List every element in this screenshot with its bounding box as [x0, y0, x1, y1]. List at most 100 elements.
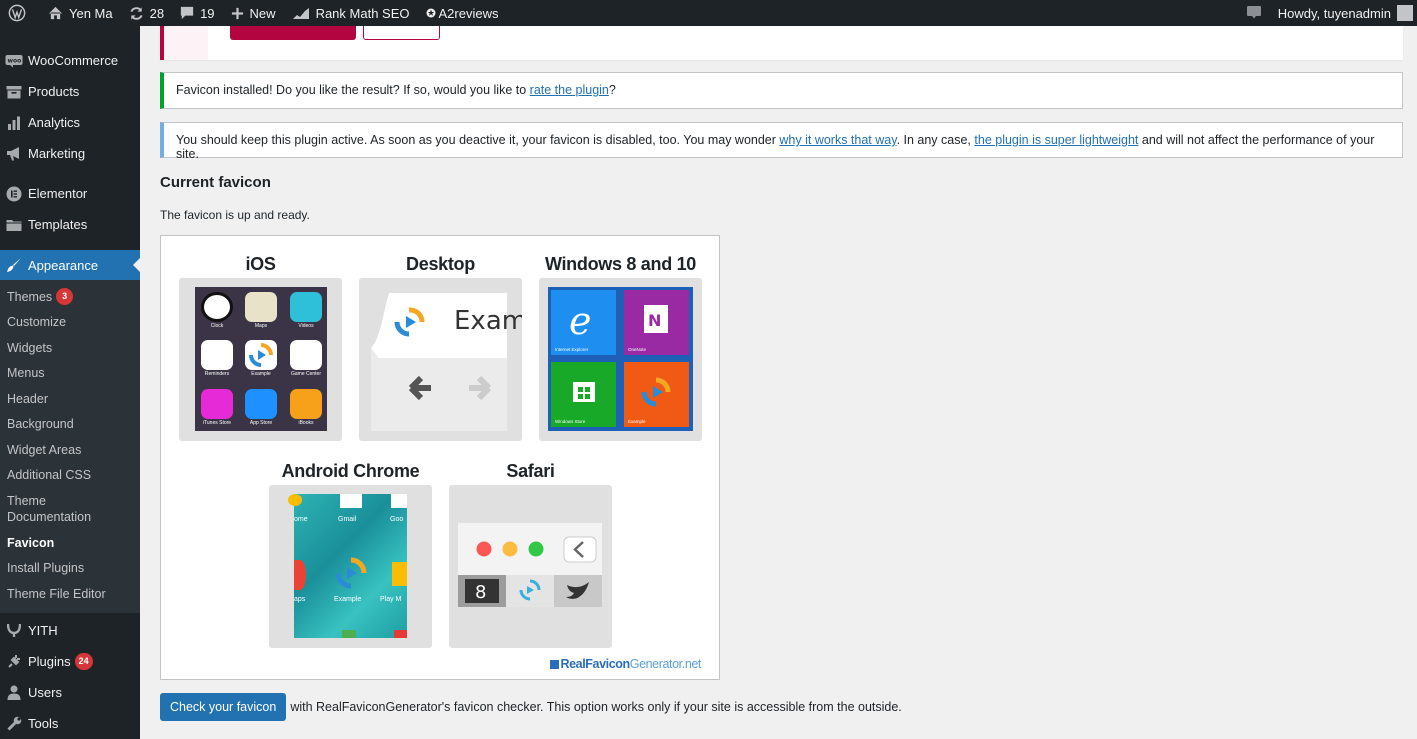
site-name: Yen Ma [69, 5, 113, 21]
megaphone-icon [5, 146, 23, 161]
review-request-notice [160, 18, 1403, 60]
avatar [1397, 5, 1413, 21]
plugin-icon [5, 654, 23, 669]
example-android-icon [335, 557, 367, 589]
site-name-link[interactable]: Yen Ma [40, 0, 121, 26]
rank-math-link[interactable]: Rank Math SEO [284, 0, 418, 26]
android-preview: Android Chrome ome Gmail Goo aps Example… [269, 457, 432, 648]
checker-description: with RealFaviconGenerator's favicon chec… [290, 700, 902, 714]
android-tile: ome Gmail Goo aps Example Play M [269, 485, 432, 648]
reminders-app-icon [201, 340, 233, 370]
plus-icon [231, 7, 244, 20]
submenu-theme-file-editor[interactable]: Theme File Editor [0, 581, 140, 607]
ios-screen: Clock Maps Videos Reminders Example Game… [195, 287, 327, 431]
lightweight-link[interactable]: the plugin is super lightweight [974, 133, 1138, 147]
menu-label: Products [28, 84, 80, 99]
notice-image [164, 26, 208, 60]
svg-text:8: 8 [475, 582, 486, 603]
menu-label: Tools [28, 715, 59, 731]
menu-label: Plugins [28, 653, 71, 669]
notifications-button[interactable] [1238, 0, 1270, 26]
page-title: Current favicon [160, 174, 271, 191]
updates-link[interactable]: 28 [121, 0, 172, 26]
admin-bar: Yen Ma 28 19 New Rank Math SEO A2reviews [0, 0, 1417, 26]
onenote-tile: N OneNote [624, 290, 689, 355]
submenu-background[interactable]: Background [0, 412, 140, 438]
menu-analytics[interactable]: Analytics [0, 107, 140, 138]
favicon-status-text: The favicon is up and ready. [160, 208, 310, 222]
submenu-install-plugins[interactable]: Install Plugins [0, 556, 140, 582]
safari-tile: 8 [449, 485, 612, 648]
svg-text:woo: woo [8, 57, 22, 64]
favicon-checker-row: Check your favicon with RealFaviconGener… [160, 693, 902, 721]
browser-tab-title: Exam [454, 306, 522, 336]
dock-app-icon-2 [394, 630, 407, 638]
menu-marketing[interactable]: Marketing [0, 138, 140, 169]
my-account-link[interactable]: Howdy, tuyenadmin [1270, 0, 1417, 26]
submenu-additional-css[interactable]: Additional CSS [0, 463, 140, 489]
rfg-logo-icon [549, 660, 559, 669]
desktop-tile: Exam [359, 278, 522, 441]
comment-icon [180, 6, 194, 20]
ios-preview: iOS Clock Maps Videos Reminders Example [179, 250, 342, 441]
submenu-widget-areas[interactable]: Widget Areas [0, 437, 140, 463]
rank-math-label: Rank Math SEO [315, 5, 410, 21]
ibooks-app-icon [290, 389, 322, 419]
paintbrush-icon [5, 257, 23, 273]
a2reviews-link[interactable]: A2reviews [418, 0, 507, 26]
menu-label: Users [28, 684, 62, 700]
wordpress-logo-button[interactable] [0, 0, 40, 26]
chrome-app-icon [288, 494, 302, 506]
menu-appearance[interactable]: Appearance [0, 250, 140, 280]
submenu-widgets[interactable]: Widgets [0, 335, 140, 361]
submenu-favicon[interactable]: Favicon [0, 530, 140, 556]
internet-explorer-tile: e Internet Explorer [551, 290, 616, 355]
menu-yith[interactable]: YITH [0, 615, 140, 646]
rate-plugin-link[interactable]: rate the plugin [530, 83, 609, 97]
svg-text:e: e [569, 299, 592, 343]
desktop-heading: Desktop [406, 254, 475, 274]
notification-icon [1246, 5, 1262, 22]
menu-users[interactable]: Users [0, 677, 140, 708]
windows-store-tile: Windows Store [551, 362, 616, 427]
menu-products[interactable]: Products [0, 76, 140, 107]
check-favicon-button[interactable]: Check your favicon [160, 693, 287, 721]
maps-app-icon [245, 292, 277, 322]
refresh-icon [129, 6, 144, 21]
menu-label: Elementor [28, 186, 88, 201]
clock-app-icon [201, 292, 233, 322]
menu-plugins[interactable]: Plugins 24 [0, 646, 140, 677]
submenu-themes[interactable]: Themes 3 [0, 284, 140, 310]
example-app-icon [245, 340, 277, 370]
new-content-link[interactable]: New [223, 0, 284, 26]
videos-app-icon [290, 292, 322, 322]
maps-app-icon [294, 560, 306, 590]
why-it-works-link[interactable]: why it works that way [779, 133, 896, 147]
folder-icon [5, 218, 23, 232]
example-tile: Example [624, 362, 689, 427]
android-screen: ome Gmail Goo aps Example Play M [288, 494, 407, 638]
menu-label: Marketing [28, 146, 86, 161]
submenu-header[interactable]: Header [0, 386, 140, 412]
submenu-customize[interactable]: Customize [0, 310, 140, 336]
submenu-theme-documentation[interactable]: Theme Documentation [0, 488, 140, 530]
dock-app-icon [342, 630, 356, 638]
menu-tools[interactable]: Tools [0, 708, 140, 739]
gmail-app-icon [340, 494, 362, 508]
woo-icon: woo [5, 54, 23, 68]
windows-preview: Windows 8 and 10 e Internet Explorer N O… [539, 250, 702, 441]
archive-icon [5, 85, 23, 99]
menu-elementor[interactable]: Elementor [0, 178, 140, 209]
submenu-menus[interactable]: Menus [0, 361, 140, 387]
itunes-app-icon [201, 389, 233, 419]
keep-plugin-active-notice: You should keep this plugin active. As s… [160, 122, 1403, 161]
menu-woocommerce[interactable]: woo WooCommerce [0, 45, 140, 76]
favicon-preview-panel: iOS Clock Maps Videos Reminders Example [160, 235, 720, 680]
svg-text:N: N [648, 311, 661, 330]
menu-templates[interactable]: Templates [0, 209, 140, 240]
yith-icon [5, 623, 23, 637]
comments-link[interactable]: 19 [172, 0, 222, 26]
windows-tile: e Internet Explorer N OneNote Windows St… [539, 278, 702, 441]
a2reviews-label: A2reviews [438, 5, 499, 21]
realfavicongenerator-logo[interactable]: RealFaviconGenerator.net [549, 657, 701, 671]
